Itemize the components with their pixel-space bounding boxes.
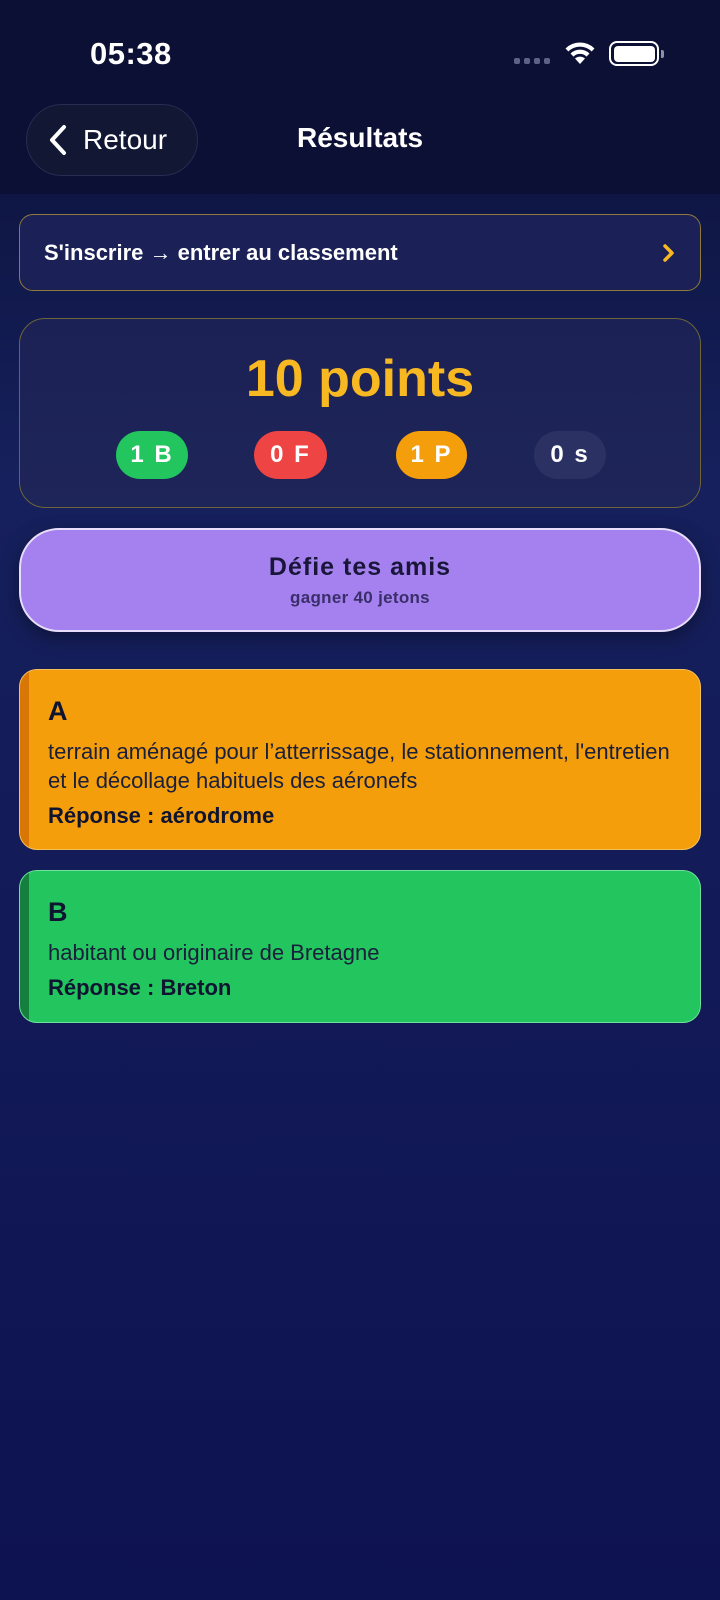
answer-definition: terrain aménagé pour l’atterrissage, le … xyxy=(48,739,670,793)
answer-line: Réponse : aérodrome xyxy=(48,803,672,829)
passed-answers-badge: 1 P xyxy=(396,431,467,479)
answer-letter: A xyxy=(48,696,68,726)
good-answers-badge: 1 B xyxy=(116,431,188,479)
wifi-icon xyxy=(565,42,595,64)
answer-line: Réponse : Breton xyxy=(48,975,672,1001)
answer-word: Breton xyxy=(160,975,232,1000)
challenge-friends-button[interactable]: Défie tes amis gagner 40 jetons xyxy=(19,528,701,632)
answer-letter: B xyxy=(48,897,68,927)
battery-icon xyxy=(609,41,664,66)
false-answers-badge: 0 F xyxy=(254,431,327,479)
answer-card-a: A terrain aménagé pour l’atterrissage, l… xyxy=(19,669,701,850)
answer-word: aérodrome xyxy=(160,803,275,828)
status-bar: 05:38 xyxy=(0,0,720,100)
answer-card-b: B habitant ou originaire de Bretagne Rép… xyxy=(19,870,701,1023)
score-value: 10 points xyxy=(245,350,475,408)
challenge-title: Défie tes amis xyxy=(268,552,452,581)
page-title: Résultats xyxy=(296,122,424,153)
chevron-right-icon xyxy=(663,243,674,262)
signup-banner[interactable]: S'inscrire → entrer au classement xyxy=(19,214,701,291)
time-badge: 0 s xyxy=(534,431,606,479)
answer-prefix: Réponse : xyxy=(48,975,161,1000)
answer-definition: habitant ou originaire de Bretagne xyxy=(48,940,380,965)
challenge-subtitle: gagner 40 jetons xyxy=(290,587,430,607)
answer-prefix: Réponse : xyxy=(48,803,161,828)
status-time: 05:38 xyxy=(90,36,172,71)
signup-text: S'inscrire → entrer au classement xyxy=(44,239,398,265)
score-card: 10 points 1 B 0 F 1 P 0 s xyxy=(19,318,701,508)
cellular-signal-icon xyxy=(514,58,550,64)
